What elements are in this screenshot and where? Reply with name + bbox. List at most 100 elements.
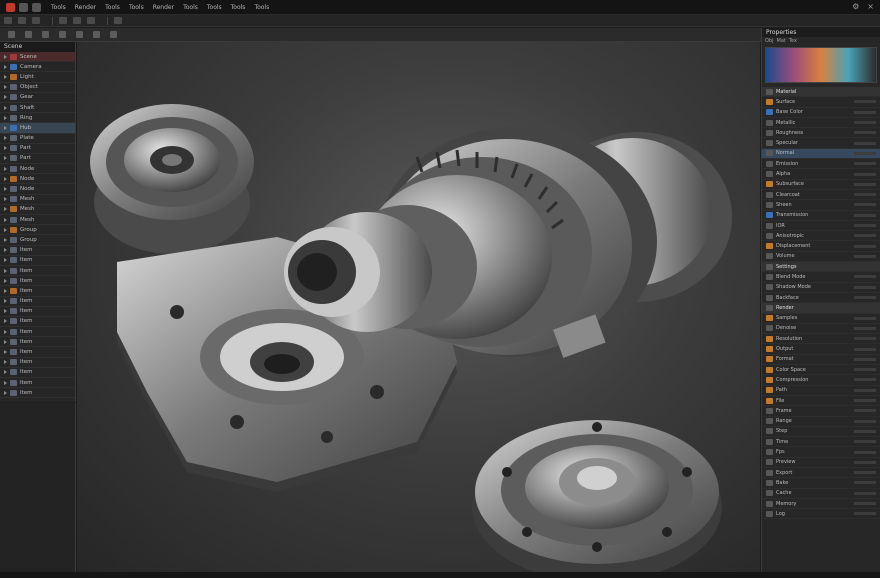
property-row[interactable]: Step — [762, 427, 880, 438]
outliner-row[interactable]: Mesh — [0, 195, 75, 205]
outliner-row[interactable]: Item — [0, 327, 75, 338]
property-row[interactable]: Shadow Mode — [762, 283, 880, 293]
property-value-field[interactable] — [854, 131, 876, 135]
snap-tool-icon[interactable] — [73, 17, 81, 24]
properties-tab[interactable]: Mat — [777, 38, 786, 44]
expand-triangle-icon[interactable] — [4, 187, 7, 192]
outliner-row[interactable]: Ring — [0, 113, 75, 124]
outliner-row[interactable]: Hub — [0, 123, 75, 134]
expand-triangle-icon[interactable] — [4, 176, 7, 181]
menu-item[interactable]: Tools — [231, 4, 246, 11]
outliner-row[interactable]: Node — [0, 184, 75, 195]
outliner-row[interactable]: Item — [0, 358, 75, 368]
expand-triangle-icon[interactable] — [4, 197, 7, 202]
property-value-field[interactable] — [854, 512, 876, 516]
expand-triangle-icon[interactable] — [4, 125, 7, 130]
property-value-field[interactable] — [854, 296, 876, 300]
property-value-field[interactable] — [854, 481, 876, 485]
outliner-row[interactable]: Item — [0, 286, 75, 297]
property-row[interactable]: Format — [762, 355, 880, 366]
scale-tool-icon[interactable] — [59, 17, 67, 24]
property-value-field[interactable] — [854, 182, 876, 186]
menu-item[interactable]: Tools — [51, 4, 66, 11]
property-row[interactable]: Time — [762, 437, 880, 448]
property-row[interactable]: Output — [762, 344, 880, 355]
property-row[interactable]: Color Space — [762, 365, 880, 376]
render-tool-icon[interactable] — [114, 17, 122, 24]
properties-section-header[interactable]: Settings — [762, 262, 880, 273]
property-value-field[interactable] — [854, 275, 876, 279]
expand-triangle-icon[interactable] — [4, 54, 7, 59]
property-row[interactable]: Alpha — [762, 169, 880, 180]
property-value-field[interactable] — [854, 316, 876, 320]
property-row[interactable]: Export — [762, 468, 880, 479]
overlay-button[interactable] — [42, 31, 49, 38]
property-value-field[interactable] — [854, 121, 876, 125]
expand-triangle-icon[interactable] — [4, 95, 7, 100]
expand-triangle-icon[interactable] — [4, 237, 7, 242]
outliner-row[interactable]: Item — [0, 347, 75, 358]
property-row[interactable]: Sheen — [762, 200, 880, 211]
property-value-field[interactable] — [854, 471, 876, 475]
outliner-row[interactable]: Part — [0, 154, 75, 165]
expand-triangle-icon[interactable] — [4, 339, 7, 344]
camera-button[interactable] — [76, 31, 83, 38]
property-value-field[interactable] — [854, 326, 876, 330]
property-row[interactable]: File — [762, 396, 880, 407]
expand-triangle-icon[interactable] — [4, 278, 7, 283]
outliner-row[interactable]: Mesh — [0, 215, 75, 226]
outliner-row[interactable]: Item — [0, 246, 75, 256]
property-row[interactable]: Surface — [762, 97, 880, 108]
property-value-field[interactable] — [854, 337, 876, 341]
property-row[interactable]: Path — [762, 386, 880, 396]
property-row[interactable]: Preview — [762, 458, 880, 468]
outliner-row[interactable]: Item — [0, 256, 75, 266]
property-value-field[interactable] — [854, 460, 876, 464]
property-value-field[interactable] — [854, 110, 876, 114]
expand-triangle-icon[interactable] — [4, 136, 7, 141]
property-value-field[interactable] — [854, 440, 876, 444]
property-row[interactable]: IOR — [762, 221, 880, 232]
outliner-row[interactable]: Group — [0, 235, 75, 246]
expand-triangle-icon[interactable] — [4, 146, 7, 151]
property-row[interactable]: Samples — [762, 314, 880, 324]
property-value-field[interactable] — [854, 450, 876, 454]
property-value-field[interactable] — [854, 285, 876, 289]
property-row[interactable]: Metallic — [762, 118, 880, 129]
menu-item[interactable]: Tools — [129, 4, 144, 11]
close-icon[interactable]: × — [867, 3, 874, 11]
property-value-field[interactable] — [854, 347, 876, 351]
outliner-row[interactable]: Item — [0, 388, 75, 399]
expand-triangle-icon[interactable] — [4, 350, 7, 355]
property-value-field[interactable] — [854, 368, 876, 372]
property-value-field[interactable] — [854, 213, 876, 217]
expand-triangle-icon[interactable] — [4, 299, 7, 304]
expand-triangle-icon[interactable] — [4, 115, 7, 120]
property-row[interactable]: Volume — [762, 252, 880, 263]
property-row[interactable]: Cache — [762, 489, 880, 499]
outliner-row[interactable]: Group — [0, 225, 75, 236]
outliner-row[interactable]: Node — [0, 174, 75, 185]
expand-triangle-icon[interactable] — [4, 217, 7, 222]
property-row[interactable]: Transmission — [762, 211, 880, 221]
view-mode-button[interactable] — [8, 31, 15, 38]
property-value-field[interactable] — [854, 429, 876, 433]
expand-triangle-icon[interactable] — [4, 166, 7, 171]
outliner-row[interactable]: Camera — [0, 62, 75, 73]
outliner-row[interactable]: Item — [0, 297, 75, 307]
property-value-field[interactable] — [854, 399, 876, 403]
property-value-field[interactable] — [854, 100, 876, 104]
property-value-field[interactable] — [854, 491, 876, 495]
select-tool-icon[interactable] — [4, 17, 12, 24]
menu-item[interactable]: Render — [75, 4, 96, 11]
menu-item[interactable]: Tools — [183, 4, 198, 11]
property-row[interactable]: Roughness — [762, 128, 880, 139]
property-row[interactable]: Log — [762, 509, 880, 520]
property-value-field[interactable] — [854, 141, 876, 145]
property-value-field[interactable] — [854, 254, 876, 258]
property-value-field[interactable] — [854, 193, 876, 197]
property-row[interactable]: Resolution — [762, 334, 880, 345]
expand-triangle-icon[interactable] — [4, 156, 7, 161]
file-icon[interactable] — [19, 2, 28, 12]
property-row[interactable]: Memory — [762, 499, 880, 510]
